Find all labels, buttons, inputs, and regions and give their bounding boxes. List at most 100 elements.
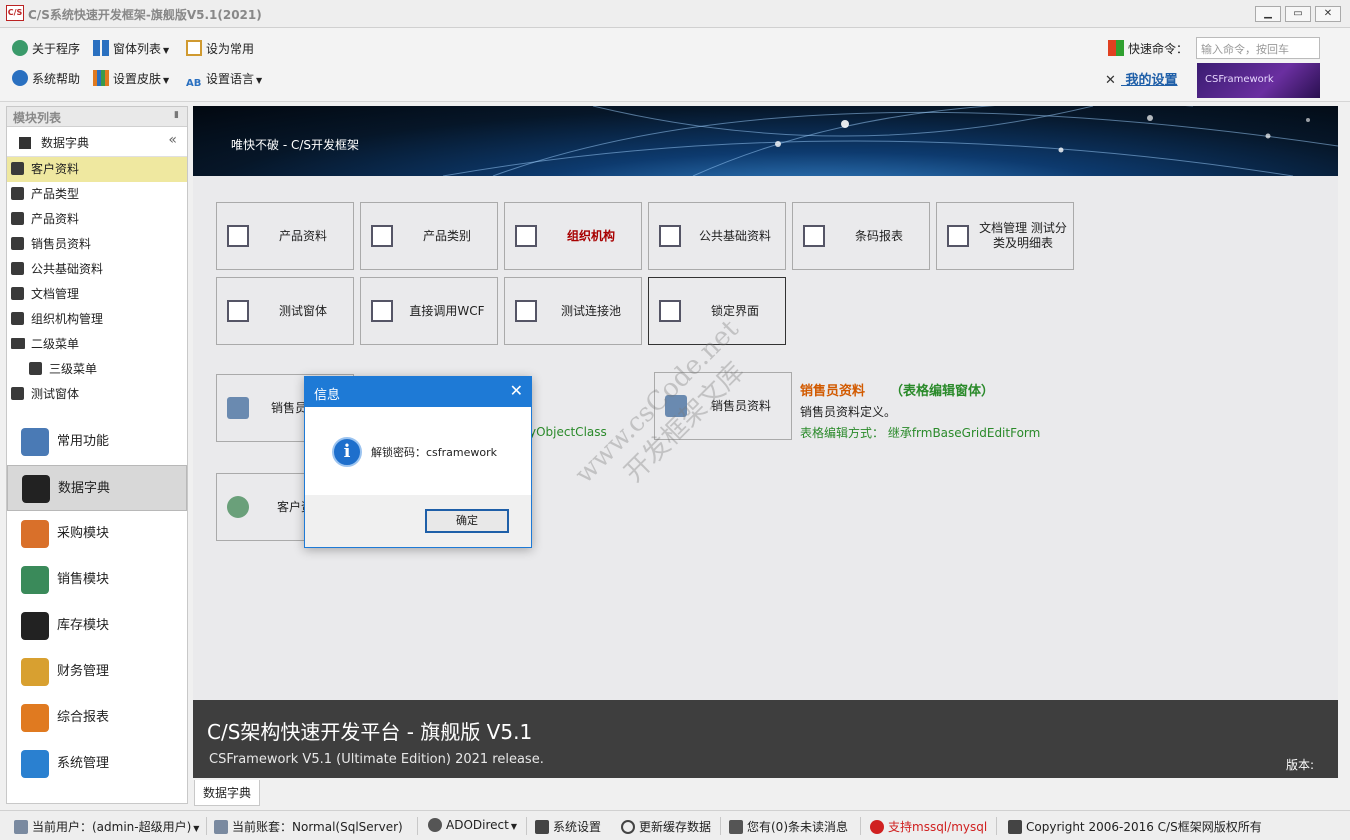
tile-label: 测试窗体 [278,303,327,318]
tile-button[interactable]: 产品资料 [216,202,354,270]
tree-item-label: 三级菜单 [49,362,98,376]
cart-icon [21,520,49,548]
clipboard-check-icon [186,40,202,56]
user-pin-icon [21,428,49,456]
cube-icon [11,387,24,400]
tree-item-label: 产品资料 [31,212,80,226]
pin-icon[interactable]: ▮ [174,110,179,120]
tile-button[interactable]: 产品类别 [360,202,498,270]
customers-icon [227,496,249,518]
skin-button[interactable]: 设置皮肤 ▼ [93,68,169,90]
quick-command-input[interactable]: 输入命令，按回车 [1196,37,1320,59]
tree-item[interactable]: 文档管理 [7,282,187,307]
windows-flag-icon [1108,40,1124,56]
tools-icon: ✕ [1105,73,1116,88]
tile-button[interactable]: 条码报表 [792,202,930,270]
status-refresh[interactable]: 更新缓存数据 [621,818,711,835]
cube-icon [11,187,24,200]
help-icon [12,70,28,86]
close-button[interactable]: ✕ [1315,6,1341,22]
bar-chart-icon [21,704,49,732]
nav-item[interactable]: 销售模块 [7,557,187,603]
tree-item[interactable]: 销售员资料 [7,232,187,257]
tab-data-dictionary[interactable]: 数据字典 [194,780,260,806]
link-icon [428,818,442,832]
tree-item-label: 产品类型 [31,187,80,201]
status-ado[interactable]: ADODirect ▼ [428,818,517,832]
cube-icon [11,162,24,175]
cube-icon [11,262,24,275]
module-navbar: 常用功能数据字典采购模块销售模块库存模块 财务管理 综合报表 系统管理 [7,419,187,787]
nav-item[interactable]: 综合报表 [7,695,187,741]
tile-button[interactable]: 文档管理 测试分类及明细表 [936,202,1074,270]
csframework-banner[interactable]: CSFramework [1197,63,1320,98]
status-support[interactable]: 支持mssql/mysql [870,818,987,835]
nav-item[interactable]: 采购模块 [7,511,187,557]
language-button[interactable]: AB 设置语言 ▼ [186,68,262,90]
tree-item-label: 公共基础资料 [31,262,104,276]
status-copyright: Copyright 2006-2016 C/S框架网版权所有 [1008,818,1262,835]
set-common-button[interactable]: 设为常用 [186,38,254,60]
status-separator [996,817,997,835]
cube-icon [1008,820,1022,834]
tile-label: 产品资料 [278,228,327,243]
sales-rep-icon [227,397,249,419]
help-button[interactable]: 系统帮助 [12,68,80,90]
tile-button[interactable]: 测试连接池 [504,277,642,345]
tree-item[interactable]: 二级菜单 [7,332,187,357]
dialog-body: i 解锁密码：csframework [305,407,531,495]
module-list-header: 模块列表 ▮ [7,107,187,127]
barcode-icon [803,225,825,247]
chevron-down-icon: ▼ [193,824,200,833]
lock-doc-icon [659,300,681,322]
tile-button[interactable]: 公共基础资料 [648,202,786,270]
org-chart-icon [22,475,50,503]
tree-item[interactable]: 客户资料 [7,157,187,182]
tree-item[interactable]: 测试窗体 [7,382,187,407]
about-button[interactable]: 关于程序 [12,38,80,60]
account-icon [214,820,228,834]
ok-button[interactable]: 确定 [425,509,509,533]
tile-button[interactable]: 组织机构 [504,202,642,270]
tile-button[interactable]: 直接调用WCF [360,277,498,345]
tree-item[interactable]: 组织机构管理 [7,307,187,332]
nav-item[interactable]: 系统管理 [7,741,187,787]
status-separator [720,817,721,835]
cube-icon [11,287,24,300]
tools-icon [535,820,549,834]
money-icon [21,658,49,686]
info-edit-mode: 表格编辑方式： 继承frmBaseGridEditForm [800,426,1041,440]
mail-icon [729,820,743,834]
tree-item[interactable]: 产品类型 [7,182,187,207]
status-settings[interactable]: 系统设置 [535,818,601,835]
status-user[interactable]: 当前用户：(admin-超级用户) ▼ [14,818,199,835]
nav-item[interactable]: 常用功能 [7,419,187,465]
nav-item[interactable]: 数据字典 [7,465,187,511]
tree-item-label: 二级菜单 [31,337,80,351]
maximize-button[interactable]: ▭ [1285,6,1311,22]
nav-item[interactable]: 财务管理 [7,649,187,695]
nav-item-label: 数据字典 [58,481,111,496]
my-settings-link[interactable]: ✕ 我的设置 [1105,70,1178,92]
tile-button[interactable]: 测试窗体 [216,277,354,345]
tree-item-label: 销售员资料 [31,237,92,251]
tree-item-label: 测试窗体 [31,387,80,401]
support-icon [870,820,884,834]
org-chart-icon [19,137,31,149]
cube-icon [11,312,24,325]
close-icon[interactable]: ✕ [510,381,523,400]
nav-item[interactable]: 库存模块 [7,603,187,649]
window-list-button[interactable]: 窗体列表 ▼ [93,38,169,60]
collapse-icon[interactable]: « [168,132,177,148]
status-account: 当前账套：Normal(SqlServer) [214,818,403,835]
tree-item[interactable]: 三级菜单 [7,357,187,382]
info-description: 销售员资料定义。 [800,405,897,419]
nav-item-label: 销售模块 [57,572,110,587]
status-messages[interactable]: 您有(0)条未读消息 [729,818,848,835]
status-separator [526,817,527,835]
window-title: C/S系统快速开发框架-旗舰版V5.1(2021) [28,8,262,22]
minimize-button[interactable]: ▁ [1255,6,1281,22]
module-sidebar: 模块列表 ▮ 数据字典 « 客户资料产品类型产品资料销售员资料公共基础资料文档管… [6,106,188,804]
tree-item[interactable]: 公共基础资料 [7,257,187,282]
tree-item[interactable]: 产品资料 [7,207,187,232]
